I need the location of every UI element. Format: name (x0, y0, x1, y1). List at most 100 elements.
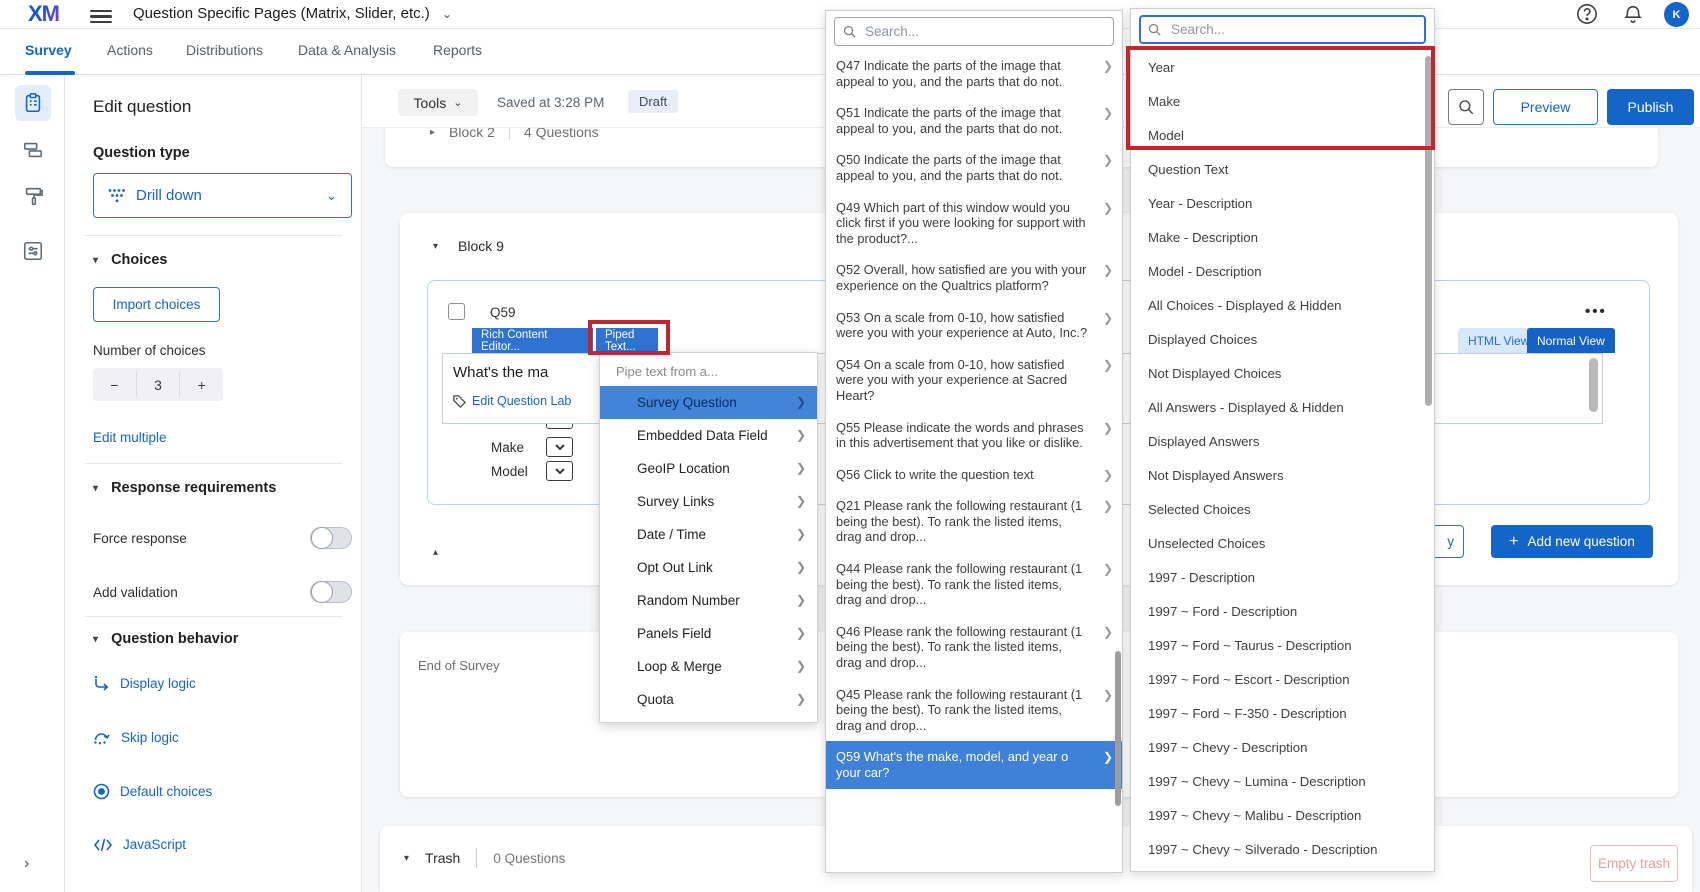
question-list-item[interactable]: Q44 Please rank the following restaurant… (826, 553, 1122, 616)
field-item[interactable]: Unselected Choices (1131, 527, 1434, 561)
field-item[interactable]: 1997 ~ Chevy ~ Malibu - Description (1131, 799, 1434, 833)
question-list-item-selected[interactable]: Q59 What's the make, model, and year o y… (826, 741, 1122, 789)
publish-button[interactable]: Publish (1607, 89, 1694, 125)
skip-logic-link[interactable]: Skip logic (93, 729, 179, 745)
pipe-menu-item-panels-field[interactable]: Panels Field ❯ (600, 617, 817, 650)
code-icon (93, 838, 113, 851)
field-item[interactable]: Make - Description (1131, 221, 1434, 255)
normal-view-tab[interactable]: Normal View (1527, 328, 1615, 353)
pipe-menu-item-geoip[interactable]: GeoIP Location ❯ (600, 452, 817, 485)
pipe-menu-item-opt-out-link[interactable]: Opt Out Link ❯ (600, 551, 817, 584)
add-validation-toggle[interactable] (310, 581, 352, 603)
project-title[interactable]: Question Specific Pages (Matrix, Slider,… (133, 5, 452, 22)
question-type-select[interactable]: Drill down ⌄ (93, 173, 352, 218)
question-options-dots-icon[interactable]: ••• (1585, 303, 1607, 320)
field-item[interactable]: Displayed Choices (1131, 323, 1434, 357)
collapse-block-arrow[interactable]: ▴ (433, 547, 438, 558)
chevron-right-icon: ❯ (1102, 624, 1113, 639)
field-item[interactable]: All Answers - Displayed & Hidden (1131, 391, 1434, 425)
help-icon[interactable] (1576, 3, 1598, 30)
field-search-input[interactable] (1139, 15, 1426, 44)
field-item[interactable]: 1997 ~ Ford ~ Escort - Description (1131, 663, 1434, 697)
field-item[interactable]: Model - Description (1131, 255, 1434, 289)
field-item[interactable]: Not Displayed Choices (1131, 357, 1434, 391)
tab-reports[interactable]: Reports (433, 42, 482, 58)
javascript-link[interactable]: JavaScript (93, 837, 186, 852)
field-item[interactable]: 1997 ~ Chevy ~ Lumina - Description (1131, 765, 1434, 799)
question-behavior-header[interactable]: ▾ Question behavior (93, 631, 238, 647)
question-list-item[interactable]: Q49 Which part of this window would you … (826, 192, 1122, 255)
field-item[interactable]: Year - Description (1131, 187, 1434, 221)
block-name[interactable]: Block 9 (458, 238, 504, 254)
display-logic-link[interactable]: Display logic (93, 675, 196, 691)
increment-button[interactable]: + (180, 368, 223, 401)
pipe-menu-item-quota[interactable]: Quota ❯ (600, 683, 817, 716)
scrollbar-thumb[interactable] (1115, 651, 1121, 806)
pipe-menu-item-embedded-data[interactable]: Embedded Data Field ❯ (600, 419, 817, 452)
question-list-item[interactable]: Q47 Indicate the parts of the image that… (826, 50, 1122, 97)
preview-button[interactable]: Preview (1493, 89, 1598, 125)
field-item[interactable]: Displayed Answers (1131, 425, 1434, 459)
question-list-item[interactable]: Q50 Indicate the parts of the image that… (826, 144, 1122, 191)
builder-icon[interactable] (15, 85, 51, 121)
import-choices-button[interactable]: Import choices (93, 287, 220, 322)
add-new-question-button[interactable]: + Add new question (1491, 525, 1653, 558)
tools-button[interactable]: Tools ⌄ (398, 89, 478, 116)
rich-content-editor-tab[interactable]: Rich Content Editor... (472, 328, 593, 353)
tab-distributions[interactable]: Distributions (186, 42, 263, 58)
survey-options-icon[interactable] (15, 233, 51, 269)
collapse-panel-chevron[interactable]: › (24, 855, 29, 873)
field-item[interactable]: 1997 - Description (1131, 561, 1434, 595)
field-item[interactable]: 1997 ~ Ford - Description (1131, 595, 1434, 629)
look-and-feel-icon[interactable] (15, 178, 51, 214)
make-select[interactable] (546, 437, 573, 457)
question-checkbox[interactable] (448, 303, 465, 320)
field-item[interactable]: Not Displayed Answers (1131, 459, 1434, 493)
question-list-item[interactable]: Q55 Please indicate the words and phrase… (826, 412, 1122, 459)
field-item[interactable]: Selected Choices (1131, 493, 1434, 527)
question-list-item[interactable]: Q54 On a scale from 0-10, how satisfied … (826, 349, 1122, 412)
field-item[interactable]: 1997 ~ Ford ~ F-350 - Description (1131, 697, 1434, 731)
question-text[interactable]: What's the ma (453, 364, 548, 381)
tab-data-analysis[interactable]: Data & Analysis (298, 42, 396, 58)
field-item[interactable]: All Choices - Displayed & Hidden (1131, 289, 1434, 323)
collapse-triangle-icon[interactable]: ▾ (433, 241, 438, 252)
question-list-item[interactable]: Q56 Click to write the question text ❯ (826, 459, 1122, 491)
tab-survey[interactable]: Survey (25, 42, 72, 58)
tab-actions[interactable]: Actions (107, 42, 153, 58)
xm-logo[interactable]: XM (28, 1, 60, 27)
user-avatar[interactable]: K (1664, 2, 1689, 27)
default-choices-link[interactable]: Default choices (93, 783, 212, 800)
highlight-box-year-make-model (1126, 46, 1435, 150)
pipe-menu-item-date-time[interactable]: Date / Time ❯ (600, 518, 817, 551)
question-list-item[interactable]: Q53 On a scale from 0-10, how satisfied … (826, 302, 1122, 349)
field-item[interactable]: 1997 ~ Chevy - Description (1131, 731, 1434, 765)
question-list-item[interactable]: Q45 Please rank the following restaurant… (826, 679, 1122, 742)
field-item[interactable]: 1997 ~ Ford ~ Taurus - Description (1131, 629, 1434, 663)
scrollbar-thumb[interactable] (1589, 358, 1598, 412)
response-requirements-header[interactable]: ▾ Response requirements (93, 480, 276, 496)
decrement-button[interactable]: − (93, 368, 136, 401)
search-button[interactable] (1448, 89, 1484, 125)
pipe-menu-item-loop-merge[interactable]: Loop & Merge ❯ (600, 650, 817, 683)
pipe-menu-item-survey-question[interactable]: Survey Question ❯ (600, 386, 817, 419)
question-list-item[interactable]: Q21 Please rank the following restaurant… (826, 490, 1122, 553)
field-item[interactable]: Question Text (1131, 153, 1434, 187)
question-list-item[interactable]: Q51 Indicate the parts of the image that… (826, 97, 1122, 144)
empty-trash-button[interactable]: Empty trash (1590, 845, 1678, 882)
field-item[interactable]: 1997 ~ Chevy ~ Silverado - Description (1131, 833, 1434, 867)
question-search-input[interactable] (834, 17, 1114, 46)
edit-question-label-link[interactable]: Edit Question Lab (453, 394, 571, 408)
question-list-item[interactable]: Q46 Please rank the following restaurant… (826, 616, 1122, 679)
hamburger-menu-icon[interactable] (90, 7, 112, 24)
survey-flow-icon[interactable] (15, 132, 51, 168)
question-list-item[interactable]: Q52 Overall, how satisfied are you with … (826, 254, 1122, 301)
model-select[interactable] (546, 461, 573, 481)
collapse-triangle-icon[interactable]: ▾ (404, 853, 409, 864)
pipe-menu-item-survey-links[interactable]: Survey Links ❯ (600, 485, 817, 518)
force-response-toggle[interactable] (310, 527, 352, 549)
notifications-bell-icon[interactable] (1622, 3, 1644, 30)
pipe-menu-item-random-number[interactable]: Random Number ❯ (600, 584, 817, 617)
choices-section-header[interactable]: ▾ Choices (93, 252, 167, 268)
edit-multiple-link[interactable]: Edit multiple (93, 430, 167, 445)
